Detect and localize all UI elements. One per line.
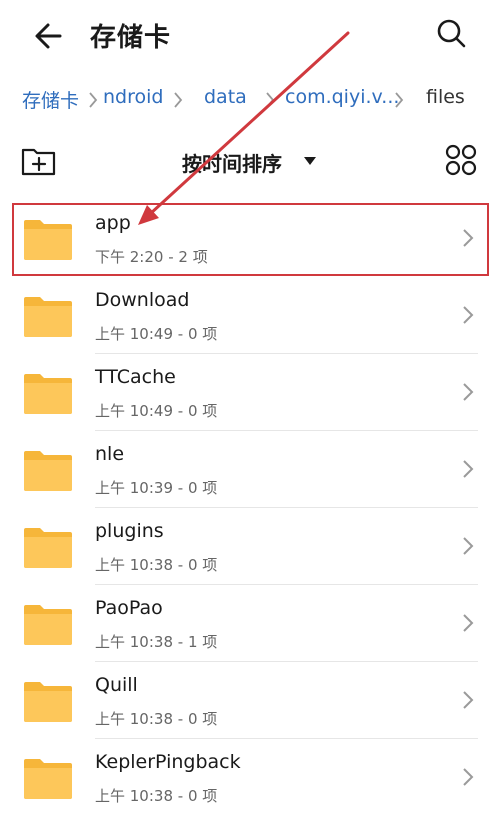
breadcrumb-item-package[interactable]: com.qiyi.v... xyxy=(285,86,399,108)
chevron-right-icon xyxy=(463,383,474,401)
chevron-right-icon xyxy=(174,92,183,108)
breadcrumb: 存储卡 ndroid data com.qiyi.v... files xyxy=(0,80,500,120)
folder-icon xyxy=(24,759,72,799)
folder-icon xyxy=(24,451,72,491)
file-meta: 上午 10:39 - 0 项 xyxy=(95,479,218,497)
file-name: PaoPao xyxy=(95,597,163,619)
list-item[interactable]: KeplerPingback 上午 10:38 - 0 项 xyxy=(0,739,500,816)
list-item[interactable]: TTCache 上午 10:49 - 0 项 xyxy=(0,354,500,431)
chevron-right-icon xyxy=(463,768,474,786)
file-meta: 上午 10:49 - 0 项 xyxy=(95,402,218,420)
chevron-right-icon xyxy=(266,92,275,108)
file-meta: 上午 10:38 - 0 项 xyxy=(95,710,218,728)
new-folder-icon[interactable] xyxy=(20,144,58,178)
sort-dropdown[interactable]: 按时间排序 xyxy=(182,148,282,177)
file-name: nle xyxy=(95,443,125,465)
toolbar: 按时间排序 xyxy=(0,138,500,188)
file-meta: 上午 10:49 - 0 项 xyxy=(95,325,218,343)
list-item[interactable]: Download 上午 10:49 - 0 项 xyxy=(0,277,500,354)
grid-view-icon[interactable] xyxy=(445,144,477,176)
chevron-right-icon xyxy=(463,614,474,632)
file-name: KeplerPingback xyxy=(95,751,241,773)
list-item[interactable]: Quill 上午 10:38 - 0 项 xyxy=(0,662,500,739)
folder-icon xyxy=(24,374,72,414)
list-item[interactable]: nle 上午 10:39 - 0 项 xyxy=(0,431,500,508)
file-meta: 上午 10:38 - 1 项 xyxy=(95,633,218,651)
caret-down-icon xyxy=(304,157,316,165)
file-name: Download xyxy=(95,289,190,311)
search-icon[interactable] xyxy=(432,14,472,54)
chevron-right-icon xyxy=(463,691,474,709)
file-name: TTCache xyxy=(95,366,176,388)
folder-icon xyxy=(24,605,72,645)
annotation-highlight-box xyxy=(12,203,489,276)
breadcrumb-item-storage-card[interactable]: 存储卡 xyxy=(22,86,79,113)
folder-icon xyxy=(24,297,72,337)
top-bar: 存储卡 xyxy=(0,0,500,72)
page-title: 存储卡 xyxy=(90,23,172,53)
list-item[interactable]: plugins 上午 10:38 - 0 项 xyxy=(0,508,500,585)
file-name: Quill xyxy=(95,674,138,696)
chevron-right-icon xyxy=(463,460,474,478)
folder-icon xyxy=(24,528,72,568)
list-item[interactable]: PaoPao 上午 10:38 - 1 项 xyxy=(0,585,500,662)
file-meta: 上午 10:38 - 0 项 xyxy=(95,556,218,574)
breadcrumb-item-files: files xyxy=(426,86,465,108)
file-name: plugins xyxy=(95,520,164,542)
folder-icon xyxy=(24,682,72,722)
chevron-right-icon xyxy=(89,92,98,108)
breadcrumb-item-android[interactable]: ndroid xyxy=(103,86,163,108)
breadcrumb-item-data[interactable]: data xyxy=(204,86,247,108)
chevron-right-icon xyxy=(463,537,474,555)
chevron-right-icon xyxy=(395,92,404,108)
chevron-right-icon xyxy=(463,306,474,324)
back-arrow-icon[interactable] xyxy=(30,16,70,56)
